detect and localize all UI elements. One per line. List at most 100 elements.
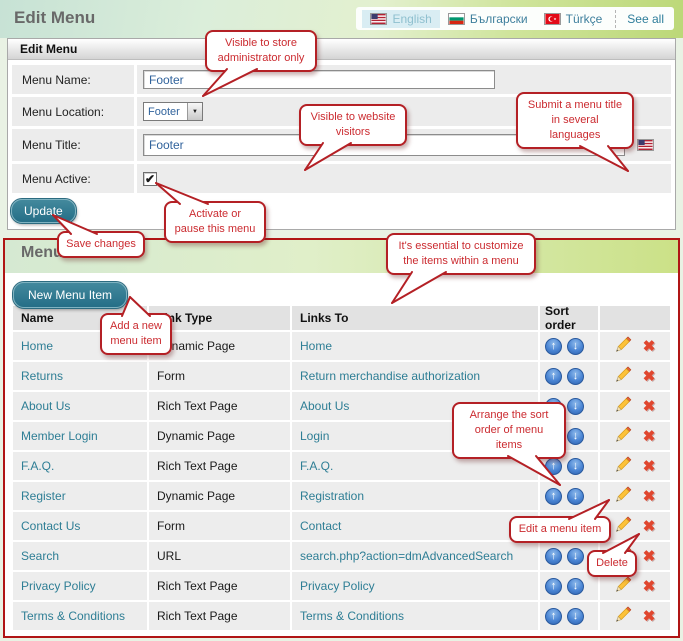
sort-down-button[interactable]: ↓ bbox=[567, 548, 584, 565]
menu-name-row: Menu Name: bbox=[12, 65, 671, 94]
menu-location-label: Menu Location: bbox=[12, 97, 134, 126]
edit-pencil-icon[interactable] bbox=[615, 396, 632, 416]
sort-up-button[interactable]: ↑ bbox=[545, 368, 562, 385]
menu-item-type: Rich Text Page bbox=[157, 579, 238, 593]
menu-item-type: Dynamic Page bbox=[157, 489, 235, 503]
tr-flag-icon bbox=[544, 13, 561, 25]
menu-item-links-to-link[interactable]: Registration bbox=[300, 489, 364, 503]
edit-pencil-icon[interactable] bbox=[615, 456, 632, 476]
menu-item-name-link[interactable]: Register bbox=[21, 489, 66, 503]
table-row: Search URL search.php?action=dmAdvancedS… bbox=[13, 542, 670, 572]
sort-up-button[interactable]: ↑ bbox=[545, 608, 562, 625]
sort-down-button[interactable]: ↓ bbox=[567, 578, 584, 595]
sort-down-button[interactable]: ↓ bbox=[567, 458, 584, 475]
menu-item-links-to-link[interactable]: search.php?action=dmAdvancedSearch bbox=[300, 549, 513, 563]
menu-item-name-link[interactable]: Returns bbox=[21, 369, 63, 383]
table-row: Privacy Policy Rich Text Page Privacy Po… bbox=[13, 572, 670, 602]
callout-arrange-sort: Arrange the sort order of menu items bbox=[452, 402, 566, 459]
delete-x-icon[interactable]: ✖ bbox=[643, 609, 656, 624]
sort-down-button[interactable]: ↓ bbox=[567, 338, 584, 355]
delete-x-icon[interactable]: ✖ bbox=[643, 399, 656, 414]
edit-pencil-icon[interactable] bbox=[615, 366, 632, 386]
menu-active-label: Menu Active: bbox=[12, 164, 134, 193]
menu-location-select[interactable]: Footer ▼ bbox=[143, 102, 203, 121]
menu-item-type: Dynamic Page bbox=[157, 429, 235, 443]
menu-item-name-link[interactable]: F.A.Q. bbox=[21, 459, 54, 473]
menu-item-links-to-link[interactable]: Terms & Conditions bbox=[300, 609, 404, 623]
menu-item-type: Form bbox=[157, 369, 185, 383]
us-flag-icon bbox=[370, 13, 387, 25]
callout-essential-customize: It's essential to customize the items wi… bbox=[386, 233, 536, 275]
edit-pencil-icon[interactable] bbox=[615, 486, 632, 506]
callout-edit-item: Edit a menu item bbox=[509, 516, 611, 543]
delete-x-icon[interactable]: ✖ bbox=[643, 579, 656, 594]
menu-item-name-link[interactable]: Home bbox=[21, 339, 53, 353]
edit-menu-panel-header: Edit Menu bbox=[8, 39, 675, 60]
header-links-to: Links To bbox=[292, 306, 538, 330]
menu-item-type: Rich Text Page bbox=[157, 399, 238, 413]
callout-submit-title: Submit a menu title in several languages bbox=[516, 92, 634, 149]
delete-x-icon[interactable]: ✖ bbox=[643, 339, 656, 354]
menu-item-name-link[interactable]: Terms & Conditions bbox=[21, 609, 125, 623]
delete-x-icon[interactable]: ✖ bbox=[643, 429, 656, 444]
table-row: F.A.Q. Rich Text Page F.A.Q. ↑ ↓ ✖ bbox=[13, 452, 670, 482]
table-row: Member Login Dynamic Page Login ↑ ↓ ✖ bbox=[13, 422, 670, 452]
menu-item-name-link[interactable]: Member Login bbox=[21, 429, 98, 443]
sort-down-button[interactable]: ↓ bbox=[567, 428, 584, 445]
menu-item-type: Rich Text Page bbox=[157, 609, 238, 623]
delete-x-icon[interactable]: ✖ bbox=[643, 519, 656, 534]
edit-pencil-icon[interactable] bbox=[615, 606, 632, 626]
callout-delete: Delete bbox=[587, 550, 637, 577]
menu-title-label: Menu Title: bbox=[12, 129, 134, 161]
edit-pencil-icon[interactable] bbox=[615, 336, 632, 356]
delete-x-icon[interactable]: ✖ bbox=[643, 459, 656, 474]
sort-up-button[interactable]: ↑ bbox=[545, 338, 562, 355]
edit-pencil-icon[interactable] bbox=[615, 426, 632, 446]
header-actions bbox=[600, 306, 670, 330]
menu-items-table: Name Link Type Links To Sort order Home … bbox=[13, 306, 670, 632]
menu-item-name-link[interactable]: Contact Us bbox=[21, 519, 80, 533]
sort-down-button[interactable]: ↓ bbox=[567, 368, 584, 385]
menu-item-links-to-link[interactable]: Return merchandise authorization bbox=[300, 369, 480, 383]
table-row: About Us Rich Text Page About Us ↑ ↓ ✖ bbox=[13, 392, 670, 422]
dropdown-arrow-icon: ▼ bbox=[187, 103, 202, 120]
table-row: Terms & Conditions Rich Text Page Terms … bbox=[13, 602, 670, 632]
table-row: Returns Form Return merchandise authoriz… bbox=[13, 362, 670, 392]
menu-item-type: URL bbox=[157, 549, 181, 563]
see-all-link[interactable]: See all bbox=[615, 10, 668, 28]
menu-item-name-link[interactable]: About Us bbox=[21, 399, 70, 413]
menu-item-links-to-link[interactable]: Home bbox=[300, 339, 332, 353]
sort-down-button[interactable]: ↓ bbox=[567, 608, 584, 625]
language-bulgarian[interactable]: Български bbox=[440, 10, 536, 28]
delete-x-icon[interactable]: ✖ bbox=[643, 549, 656, 564]
header-sort-order: Sort order bbox=[540, 306, 598, 330]
menu-name-input[interactable] bbox=[143, 70, 495, 89]
callout-activate-pause: Activate or pause this menu bbox=[164, 201, 266, 243]
menu-name-label: Menu Name: bbox=[12, 65, 134, 94]
menu-item-links-to-link[interactable]: About Us bbox=[300, 399, 349, 413]
delete-x-icon[interactable]: ✖ bbox=[643, 369, 656, 384]
sort-down-button[interactable]: ↓ bbox=[567, 398, 584, 415]
delete-x-icon[interactable]: ✖ bbox=[643, 489, 656, 504]
menu-item-type: Rich Text Page bbox=[157, 459, 238, 473]
menu-item-links-to-link[interactable]: F.A.Q. bbox=[300, 459, 333, 473]
callout-visible-website: Visible to website visitors bbox=[299, 104, 407, 146]
sort-up-button[interactable]: ↑ bbox=[545, 488, 562, 505]
sort-up-button[interactable]: ↑ bbox=[545, 578, 562, 595]
menu-item-links-to-link[interactable]: Contact bbox=[300, 519, 341, 533]
menu-title-language-flag-icon[interactable] bbox=[637, 139, 654, 151]
menu-item-name-link[interactable]: Search bbox=[21, 549, 59, 563]
language-bar: English Български Türkçe See all bbox=[356, 7, 674, 30]
page-title: Edit Menu bbox=[14, 8, 95, 28]
menu-item-type: Form bbox=[157, 519, 185, 533]
callout-save-changes: Save changes bbox=[57, 231, 145, 258]
sort-up-button[interactable]: ↑ bbox=[545, 548, 562, 565]
menu-item-links-to-link[interactable]: Login bbox=[300, 429, 329, 443]
edit-pencil-icon[interactable] bbox=[615, 576, 632, 596]
menu-item-links-to-link[interactable]: Privacy Policy bbox=[300, 579, 375, 593]
callout-visible-store: Visible to store administrator only bbox=[205, 30, 317, 72]
language-english[interactable]: English bbox=[362, 10, 439, 28]
callout-add-new-item: Add a new menu item bbox=[100, 313, 172, 355]
language-turkish[interactable]: Türkçe bbox=[536, 10, 611, 28]
menu-item-name-link[interactable]: Privacy Policy bbox=[21, 579, 96, 593]
